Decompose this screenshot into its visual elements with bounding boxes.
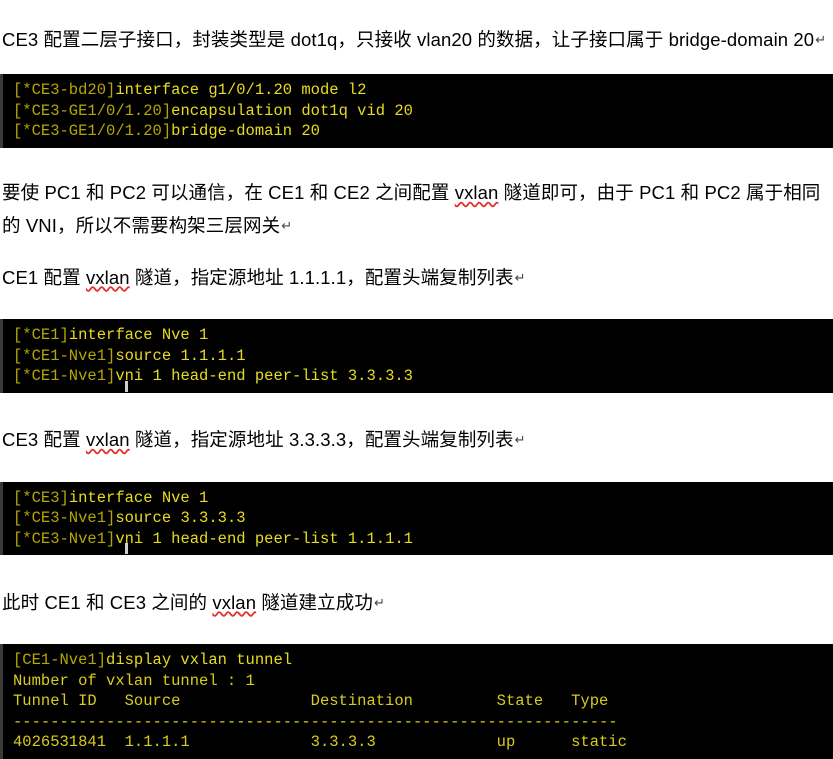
terminal-command: source 3.3.3.3: [115, 509, 246, 527]
terminal-line: [*CE1-Nve1]source 1.1.1.1: [13, 346, 833, 367]
text-run: 要使 PC1 和 PC2 可以通信，在 CE1 和 CE2 之间配置: [2, 182, 455, 203]
terminal-command: display vxlan tunnel: [106, 651, 293, 669]
text-run: 隧道，指定源地址 1.1.1.1，配置头端复制列表: [129, 266, 514, 288]
paragraph-5: 此时 CE1 和 CE3 之间的 vxlan 隧道建立成功↵: [0, 586, 833, 619]
terminal-command: source 1.1.1.1: [115, 346, 246, 365]
paragraph-3: CE1 配置 vxlan 隧道，指定源地址 1.1.1.1，配置头端复制列表↵: [0, 261, 833, 294]
terminal-command: interface Nve 1: [68, 326, 209, 344]
text-run: 此时 CE1 和 CE3 之间的: [2, 591, 213, 613]
text-run: CE3 配置二层子接口，封装类型是 dot1q，只接收 vlan20 的数据，让…: [2, 28, 815, 50]
document-body: CE3 配置二层子接口，封装类型是 dot1q，只接收 vlan20 的数据，让…: [0, 19, 833, 759]
terminal-command: interface g1/0/1.20 mode l2: [115, 81, 367, 99]
terminal-line: [*CE3-bd20]interface g1/0/1.20 mode l2: [13, 80, 833, 101]
paragraph-mark: ↵: [281, 218, 293, 233]
terminal-prompt: [*CE3-Nve1]: [13, 529, 116, 548]
text-run: CE1 配置: [2, 266, 86, 288]
misspelled-word: vxlan: [454, 182, 499, 203]
terminal-prompt: [*CE3-GE1/0/1.20]: [13, 122, 172, 140]
terminal-prompt: [*CE1-Nve1]: [13, 367, 116, 385]
terminal-output: ----------------------------------------…: [13, 712, 618, 731]
terminal-block-ce3-subinterface[interactable]: [*CE3-bd20]interface g1/0/1.20 mode l2 [*…: [0, 74, 833, 148]
paragraph-2: 要使 PC1 和 PC2 可以通信，在 CE1 和 CE2 之间配置 vxlan…: [0, 176, 833, 242]
terminal-prompt: [*CE3]: [13, 488, 69, 507]
terminal-prompt: [*CE1-Nve1]: [13, 346, 116, 365]
terminal-cursor: [125, 543, 128, 554]
terminal-prompt: [*CE3-bd20]: [13, 81, 116, 99]
terminal-command: bridge-domain 20: [171, 122, 320, 140]
paragraph-mark: ↵: [815, 31, 827, 47]
paragraph-mark: ↵: [514, 432, 526, 447]
terminal-output: Tunnel ID Source Destination State Type: [13, 692, 609, 710]
misspelled-word: vxlan: [212, 591, 257, 613]
terminal-line: ----------------------------------------…: [13, 712, 833, 733]
terminal-prompt: [CE1-Nve1]: [13, 651, 107, 669]
terminal-line: [*CE3-Nve1]vni 1 head-end peer-list 1.1.…: [13, 529, 833, 550]
text-run: 隧道，指定源地址 3.3.3.3，配置头端复制列表: [129, 429, 514, 450]
terminal-block-ce3-nve[interactable]: [*CE3]interface Nve 1 [*CE3-Nve1]source 3…: [0, 481, 833, 555]
misspelled-word: vxlan: [85, 429, 130, 450]
terminal-command: vni 1 head-end peer-list 3.3.3.3: [115, 367, 413, 385]
terminal-prompt: [*CE1]: [13, 326, 69, 344]
paragraph-mark: ↵: [373, 594, 385, 610]
terminal-line: [*CE3-Nve1]source 3.3.3.3: [13, 508, 833, 529]
terminal-command: encapsulation dot1q vid 20: [171, 101, 413, 120]
terminal-line: [*CE3-GE1/0/1.20]encapsulation dot1q vid…: [13, 101, 833, 122]
terminal-line: [CE1-Nve1]display vxlan tunnel: [13, 650, 833, 671]
paragraph-4: CE3 配置 vxlan 隧道，指定源地址 3.3.3.3，配置头端复制列表↵: [0, 423, 833, 456]
terminal-line: [*CE1]interface Nve 1: [13, 325, 833, 346]
terminal-line: Number of vxlan tunnel : 1: [13, 671, 833, 692]
text-run: 隧道建立成功: [256, 591, 373, 613]
terminal-block-display-vxlan-tunnel[interactable]: [CE1-Nve1]display vxlan tunnel Number of …: [0, 644, 833, 759]
terminal-output: 4026531841 1.1.1.1 3.3.3.3 up static: [13, 733, 627, 751]
terminal-prompt: [*CE3-Nve1]: [13, 509, 116, 527]
terminal-line: [*CE3]interface Nve 1: [13, 488, 833, 509]
text-run: CE3 配置: [2, 429, 86, 450]
terminal-line: [*CE1-Nve1]vni 1 head-end peer-list 3.3.…: [13, 366, 833, 387]
paragraph-1: CE3 配置二层子接口，封装类型是 dot1q，只接收 vlan20 的数据，让…: [0, 19, 833, 56]
misspelled-word: vxlan: [85, 266, 130, 288]
terminal-cursor: [125, 380, 128, 392]
terminal-command: interface Nve 1: [68, 488, 209, 507]
terminal-line: Tunnel ID Source Destination State Type: [13, 691, 833, 712]
terminal-line: 4026531841 1.1.1.1 3.3.3.3 up static: [13, 732, 833, 753]
terminal-block-ce1-nve[interactable]: [*CE1]interface Nve 1 [*CE1-Nve1]source 1…: [0, 319, 833, 393]
terminal-output: Number of vxlan tunnel : 1: [13, 671, 255, 690]
paragraph-mark: ↵: [514, 269, 526, 285]
terminal-command: vni 1 head-end peer-list 1.1.1.1: [115, 529, 413, 548]
terminal-prompt: [*CE3-GE1/0/1.20]: [13, 101, 172, 120]
terminal-line: [*CE3-GE1/0/1.20]bridge-domain 20: [13, 121, 833, 142]
